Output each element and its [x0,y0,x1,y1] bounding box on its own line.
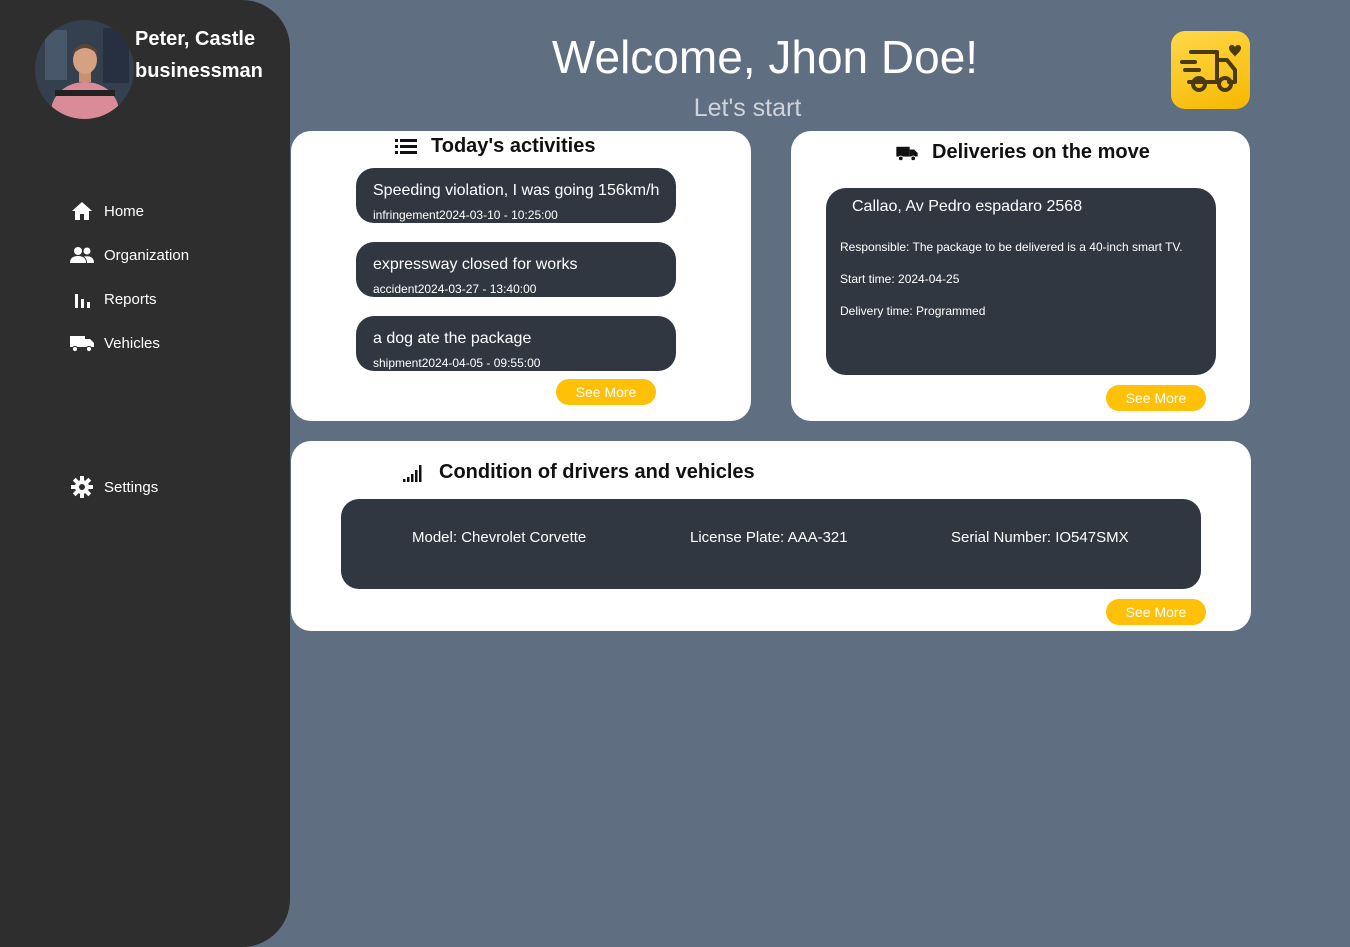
activities-see-more-button[interactable]: See More [556,379,656,405]
bar-chart-icon [70,287,94,311]
list-icon [395,138,417,156]
deliveries-see-more-button[interactable]: See More [1106,385,1206,411]
vehicle-plate: License Plate: AAA-321 [690,529,848,546]
sidebar-item-home[interactable]: Home [70,198,144,224]
delivery-responsible: Responsible: The package to be delivered… [840,240,1183,254]
delivery-address: Callao, Av Pedro espadaro 2568 [852,198,1083,215]
sidebar: Peter, Castle businessman Home Organizat… [0,0,290,947]
delivery-start-time: Start time: 2024-04-25 [840,272,960,286]
user-role: businessman [135,60,263,82]
sidebar-item-label: Settings [104,478,159,496]
gear-icon [70,475,94,499]
activities-card: Today's activities Speeding violation, I… [291,131,751,421]
vehicle-serial: Serial Number: IO547SMX [951,529,1129,546]
activity-item[interactable]: a dog ate the package shipment2024-04-05… [356,316,676,371]
page-subtitle: Let's start [693,94,802,122]
activity-item[interactable]: Speeding violation, I was going 156km/h … [356,168,676,223]
activity-item[interactable]: expressway closed for works accident2024… [356,242,676,297]
sidebar-item-organization[interactable]: Organization [70,242,189,268]
delivery-item[interactable]: Callao, Av Pedro espadaro 2568 Responsib… [826,188,1216,375]
page-title: Welcome, Jhon Doe! [551,31,979,83]
activity-title: expressway closed for works [373,256,578,273]
vehicle-item[interactable]: Model: Chevrolet Corvette License Plate:… [341,499,1201,589]
activity-meta: accident2024-03-27 - 13:40:00 [373,282,537,296]
truck-icon [896,145,918,161]
activity-title: Speeding violation, I was going 156km/h [373,182,660,199]
user-name: Peter, Castle [135,28,256,50]
activity-title: a dog ate the package [373,330,532,347]
activities-title: Today's activities [395,135,595,158]
condition-title: Condition of drivers and vehicles [403,461,755,484]
condition-see-more-button[interactable]: See More [1106,599,1206,625]
sidebar-item-settings[interactable]: Settings [70,474,158,500]
home-icon [70,199,94,223]
deliveries-title: Deliveries on the move [896,141,1150,164]
deliveries-card: Deliveries on the move Callao, Av Pedro … [791,131,1250,421]
activity-meta: shipment2024-04-05 - 09:55:00 [373,356,541,370]
condition-card: Condition of drivers and vehicles Model:… [291,441,1251,631]
deliveries-title-text: Deliveries on the move [932,141,1150,163]
signal-bars-icon [403,464,425,482]
sidebar-item-vehicles[interactable]: Vehicles [70,330,160,356]
activities-title-text: Today's activities [431,135,596,157]
sidebar-item-label: Home [104,202,145,220]
truck-icon [70,331,94,355]
sidebar-item-label: Reports [104,290,157,308]
delivery-time: Delivery time: Programmed [840,304,986,318]
sidebar-item-label: Organization [104,246,190,264]
sidebar-item-reports[interactable]: Reports [70,286,157,312]
sidebar-item-label: Vehicles [104,334,160,352]
people-icon [70,243,94,267]
condition-title-text: Condition of drivers and vehicles [439,461,755,483]
avatar[interactable] [35,20,134,119]
delivery-truck-heart-icon [1171,31,1250,109]
activity-meta: infringement2024-03-10 - 10:25:00 [373,208,558,222]
vehicle-model: Model: Chevrolet Corvette [412,529,587,546]
